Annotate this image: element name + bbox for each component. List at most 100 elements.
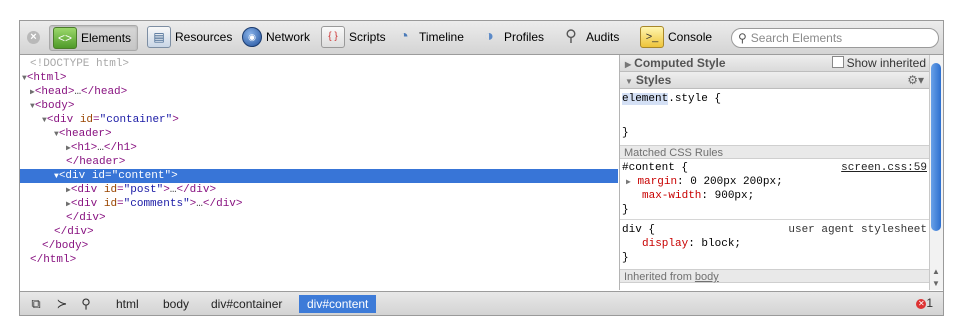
dom-node-header-close[interactable]: </header> — [20, 155, 618, 169]
tag-text: </div> — [54, 226, 94, 238]
attr-name: id — [103, 184, 118, 196]
search-placeholder: Search Elements — [750, 31, 843, 45]
rule-close: } — [622, 127, 629, 139]
inspect-search-icon[interactable]: ⚲ — [78, 296, 94, 312]
breadcrumb-body[interactable]: body — [155, 295, 197, 313]
element-style-rule[interactable]: element.style { — [622, 92, 721, 106]
breadcrumb-html[interactable]: html — [108, 295, 147, 313]
tab-resources[interactable]: ▤ Resources — [144, 25, 232, 49]
source-link[interactable]: screen.css:59 — [841, 161, 927, 175]
inherited-label: Inherited from — [624, 271, 695, 283]
selector-highlight: element — [622, 93, 669, 105]
dom-node-container[interactable]: ▼<div id="container"> — [20, 113, 618, 127]
rule-close: } — [622, 252, 629, 264]
search-input[interactable]: ⚲ Search Elements — [731, 28, 939, 48]
property-margin[interactable]: ▶ margin: 0 200px 200px; — [626, 175, 783, 190]
property-name: max-width — [642, 190, 702, 202]
rule-close: } — [622, 204, 629, 216]
checkbox-label: Show inherited — [846, 56, 926, 70]
styles-sidebar: ▶ Computed Style Show inherited ▼ Styles ⚙… — [619, 55, 930, 290]
rule-selector[interactable]: #content { — [622, 161, 688, 175]
dom-node-html[interactable]: ▼<html> — [20, 71, 618, 85]
inspector-toolbar: × <> Elements ▤ Resources ◉ Network { } … — [20, 21, 943, 55]
scrollbar-thumb[interactable] — [931, 63, 941, 231]
tab-elements[interactable]: <> Elements — [49, 25, 139, 51]
console-drawer-icon[interactable]: ≻ — [54, 296, 70, 312]
dom-node-html-close[interactable]: </html> — [20, 253, 618, 267]
tab-label: Elements — [81, 31, 132, 45]
dock-toggle-icon[interactable]: ⧉ — [28, 296, 44, 312]
error-counter[interactable]: ✕ 1 — [916, 296, 933, 310]
property-name: display — [642, 238, 689, 250]
resources-icon: ▤ — [147, 26, 171, 48]
audits-icon: ⚲ — [565, 28, 577, 45]
inherited-from-header: Inherited from body — [620, 269, 930, 283]
tag-text: </html> — [30, 254, 77, 266]
property-name: margin — [637, 176, 678, 188]
attr-name: id — [103, 198, 118, 210]
attr-value: "comments" — [123, 198, 190, 210]
dom-node-header[interactable]: ▼<header> — [20, 127, 618, 141]
inherited-link[interactable]: body — [695, 271, 719, 283]
timeline-icon: ◔ — [399, 28, 409, 45]
property-display[interactable]: display: block; — [642, 237, 741, 251]
dom-node-post[interactable]: ▶<div id="post">…</div> — [20, 183, 618, 197]
scroll-down-icon[interactable]: ▼ — [932, 279, 940, 288]
tab-network[interactable]: ◉ Network — [239, 25, 310, 49]
dom-node-content-selected[interactable]: ▼<div id="content"> — [20, 169, 618, 183]
scroll-up-icon[interactable]: ▲ — [932, 267, 940, 276]
dom-node-container-close[interactable]: </div> — [20, 225, 618, 239]
tag-text: </div> — [176, 184, 217, 196]
tab-timeline[interactable]: ◔ Timeline — [390, 25, 464, 49]
tag-text: <html> — [26, 72, 67, 84]
dom-node-doctype[interactable]: <!DOCTYPE html> — [20, 57, 618, 71]
expand-icon[interactable]: ▶ — [626, 178, 631, 187]
dom-node-body[interactable]: ▼<body> — [20, 99, 618, 113]
tag-text: <h1> — [70, 142, 98, 154]
tag-text: </header> — [66, 156, 126, 168]
tab-profiles[interactable]: ◑ Profiles — [475, 25, 544, 49]
checkbox-icon — [831, 56, 844, 68]
doctype-text: <!DOCTYPE html> — [30, 58, 130, 70]
tab-audits[interactable]: ⚲ Audits — [557, 25, 619, 49]
section-title: Styles — [635, 73, 672, 87]
property-value: : 0 200px 200px; — [677, 176, 783, 188]
tag-text: <div — [70, 198, 104, 210]
styles-scrollbar[interactable]: ▲ ▼ — [929, 55, 943, 290]
dom-node-head[interactable]: ▶<head>…</head> — [20, 85, 618, 99]
tab-label: Timeline — [419, 30, 464, 44]
error-icon: ✕ — [916, 298, 927, 309]
tag-text: <body> — [34, 100, 75, 112]
disclosure-closed-icon: ▶ — [625, 60, 632, 69]
styles-header[interactable]: ▼ Styles ⚙▾ — [620, 72, 930, 89]
network-icon: ◉ — [242, 27, 262, 47]
dom-node-body-close[interactable]: </body> — [20, 239, 618, 253]
tag-text: <div — [70, 184, 104, 196]
tag-text: </h1> — [103, 142, 137, 154]
close-icon[interactable]: × — [27, 31, 40, 44]
web-inspector-window: × <> Elements ▤ Resources ◉ Network { } … — [19, 20, 944, 316]
breadcrumb-div-content[interactable]: div#content — [299, 295, 377, 313]
property-value: : block; — [688, 238, 742, 250]
tag-text: <header> — [58, 128, 112, 140]
gear-icon[interactable]: ⚙▾ — [907, 72, 924, 88]
rule-selector[interactable]: div { — [622, 223, 655, 237]
tab-label: Network — [266, 30, 311, 44]
scripts-icon: { } — [321, 26, 345, 48]
tab-scripts[interactable]: { } Scripts — [318, 25, 386, 49]
dom-node-content-close[interactable]: </div> — [20, 211, 618, 225]
tag-text: </body> — [42, 240, 89, 252]
show-inherited-checkbox[interactable]: Show inherited — [831, 55, 926, 71]
tab-console[interactable]: >_ Console — [637, 25, 712, 49]
dom-node-comments[interactable]: ▶<div id="comments">…</div> — [20, 197, 618, 211]
tag-text: > — [171, 170, 178, 182]
attr-value: "post" — [123, 184, 164, 196]
property-max-width[interactable]: max-width: 900px; — [642, 189, 754, 203]
collapsed-ellipsis: … — [97, 142, 104, 154]
attr-name: id — [79, 114, 94, 126]
computed-style-header[interactable]: ▶ Computed Style Show inherited — [620, 55, 930, 72]
dom-node-h1[interactable]: ▶<h1>…</h1> — [20, 141, 618, 155]
property-value: : 900px; — [701, 190, 755, 202]
breadcrumb-div-container[interactable]: div#container — [203, 295, 290, 313]
rule-divider — [620, 219, 930, 220]
